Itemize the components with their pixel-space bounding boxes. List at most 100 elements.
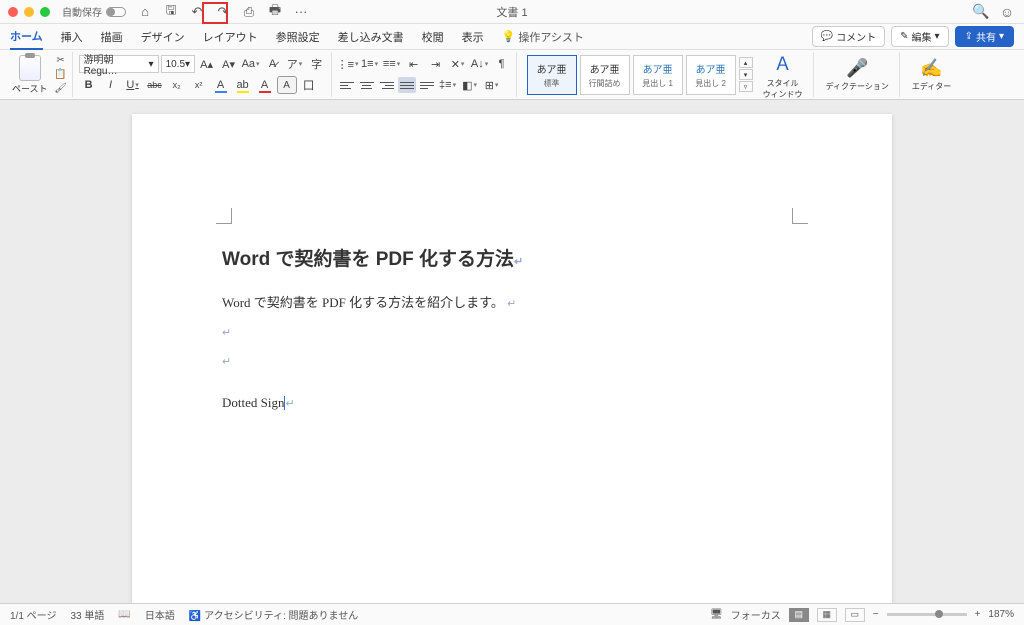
autosave-toggle[interactable]: 自動保存 (62, 4, 126, 19)
character-shading-button[interactable]: A (277, 76, 297, 94)
save-icon[interactable]: 🖫 (162, 3, 180, 21)
zoom-in-button[interactable]: + (975, 609, 981, 620)
tell-me-button[interactable]: 💡 操作アシスト (502, 29, 584, 45)
decrease-indent-button[interactable]: ⇤ (404, 55, 424, 73)
bold-button[interactable]: B (79, 76, 99, 94)
print-icon[interactable]: 🖶 (266, 3, 284, 21)
zoom-level[interactable]: 187% (988, 609, 1014, 620)
language-status[interactable]: 日本語 (145, 607, 175, 622)
character-border-button[interactable]: 囗 (299, 76, 319, 94)
highlight-color-button[interactable]: ab (233, 76, 253, 94)
accessibility-status[interactable]: ♿ アクセシビリティ: 問題ありません (189, 607, 358, 622)
tab-draw[interactable]: 描画 (101, 25, 123, 49)
tab-design[interactable]: デザイン (141, 25, 185, 49)
search-icon[interactable]: 🔍 (972, 3, 990, 21)
doc-empty-line[interactable]: ↵ (222, 351, 802, 372)
font-size-select[interactable]: 10.5 ▾ (161, 55, 195, 73)
change-case-button[interactable]: Aa (241, 55, 261, 73)
web-layout-view[interactable]: ▦ (817, 608, 837, 622)
home-icon[interactable]: ⌂ (136, 3, 154, 21)
numbering-button[interactable]: 1≡ (360, 55, 380, 73)
page-count[interactable]: 1/1 ページ (10, 607, 56, 622)
document-canvas[interactable]: Word で契約書を PDF 化する方法↵ Word で契約書を PDF 化する… (0, 100, 1024, 603)
focus-mode-button[interactable]: フォーカス (731, 607, 781, 622)
editor-button[interactable]: ✍ エディター (906, 58, 957, 92)
styles-scroll-down[interactable]: ▾ (739, 69, 753, 80)
text-effects-button[interactable]: A (211, 76, 231, 94)
font-name-select[interactable]: 游明朝 Regu… ▾ (79, 55, 159, 73)
italic-button[interactable]: I (101, 76, 121, 94)
chevron-down-icon: ▾ (935, 31, 940, 42)
style-heading2[interactable]: あア亜 見出し 2 (686, 55, 736, 95)
qat-more-button[interactable]: ··· (292, 3, 310, 21)
close-window-button[interactable] (8, 7, 18, 17)
styles-scroll-up[interactable]: ▴ (739, 57, 753, 68)
underline-button[interactable]: U (123, 76, 143, 94)
style-normal[interactable]: あア亜 標準 (527, 55, 577, 95)
paragraph-mark-icon: ↵ (285, 398, 294, 410)
align-right-button[interactable] (378, 77, 396, 93)
decrease-font-button[interactable]: A▾ (219, 55, 239, 73)
minimize-window-button[interactable] (24, 7, 34, 17)
style-no-spacing[interactable]: あア亜 行間詰め (580, 55, 630, 95)
print-layout-view[interactable]: ▤ (789, 608, 809, 622)
tab-insert[interactable]: 挿入 (61, 25, 83, 49)
align-justify-button[interactable] (398, 77, 416, 93)
increase-indent-button[interactable]: ⇥ (426, 55, 446, 73)
maximize-window-button[interactable] (40, 7, 50, 17)
font-group: 游明朝 Regu… ▾ 10.5 ▾ A▴ A▾ Aa A̷ ア 字 B I U… (75, 52, 332, 97)
superscript-button[interactable]: x² (189, 76, 209, 94)
comments-button[interactable]: 💬 コメント (812, 26, 885, 47)
word-count[interactable]: 33 単語 (70, 607, 104, 622)
borders-button[interactable]: ⊞ (482, 76, 502, 94)
tab-mailings[interactable]: 差し込み文書 (338, 25, 404, 49)
phonetic-guide-button[interactable]: ア (285, 55, 305, 73)
tab-home[interactable]: ホーム (10, 24, 43, 50)
doc-paragraph-1[interactable]: Word で契約書を PDF 化する方法を紹介します。 ↵ (222, 293, 802, 314)
bullets-button[interactable]: ⋮≡ (338, 55, 358, 73)
align-left-button[interactable] (338, 77, 356, 93)
clear-formatting-button[interactable]: A̷ (263, 55, 283, 73)
multilevel-list-button[interactable]: ≡≡ (382, 55, 402, 73)
doc-empty-line[interactable]: ↵ (222, 322, 802, 343)
align-center-button[interactable] (358, 77, 376, 93)
shading-button[interactable]: ◧ (460, 76, 480, 94)
account-icon[interactable]: ☺ (998, 3, 1016, 21)
zoom-slider[interactable] (887, 613, 967, 616)
copy-button[interactable]: 📋 (54, 69, 68, 81)
align-distribute-button[interactable] (418, 77, 436, 93)
undo-icon[interactable]: ↶ (188, 3, 206, 21)
styles-gallery-expand[interactable]: ▿ (739, 81, 753, 92)
editing-mode-button[interactable]: ✎ 編集 ▾ (891, 26, 948, 47)
tab-view[interactable]: 表示 (462, 25, 484, 49)
document-page[interactable]: Word で契約書を PDF 化する方法↵ Word で契約書を PDF 化する… (132, 114, 892, 603)
tab-review[interactable]: 校閲 (422, 25, 444, 49)
subscript-button[interactable]: x₂ (167, 76, 187, 94)
paste-button[interactable]: ペースト (8, 55, 52, 95)
line-spacing-button[interactable]: ‡≡ (438, 76, 458, 94)
display-settings-icon[interactable]: 🖥 (710, 609, 723, 620)
strikethrough-button[interactable]: abc (145, 76, 165, 94)
format-painter-button[interactable]: 🖌 (54, 83, 68, 95)
share-button[interactable]: ⇪ 共有 ▾ (955, 26, 1014, 47)
enclose-characters-button[interactable]: 字 (307, 55, 327, 73)
style-heading1[interactable]: あア亜 見出し 1 (633, 55, 683, 95)
cut-button[interactable]: ✂ (54, 55, 68, 67)
increase-font-button[interactable]: A▴ (197, 55, 217, 73)
asian-layout-button[interactable]: ✕ (448, 55, 468, 73)
print-preview-icon[interactable]: ⎙ (240, 3, 258, 21)
dictation-button[interactable]: 🎤 ディクテーション (820, 58, 895, 92)
paragraph-group: ⋮≡ 1≡ ≡≡ ⇤ ⇥ ✕ A↓ ¶ ‡≡ ◧ ⊞ (334, 52, 517, 97)
doc-heading[interactable]: Word で契約書を PDF 化する方法↵ (222, 244, 802, 271)
sort-button[interactable]: A↓ (470, 55, 490, 73)
font-color-button[interactable]: A (255, 76, 275, 94)
styles-pane-button[interactable]: Ａ スタイル ウィンドウ (757, 50, 809, 100)
show-marks-button[interactable]: ¶ (492, 55, 512, 73)
spell-check-icon[interactable]: 📖 (118, 609, 130, 620)
doc-paragraph-2[interactable]: Dotted Sign↵ (222, 393, 802, 414)
read-mode-view[interactable]: ▭ (845, 608, 865, 622)
tab-layout[interactable]: レイアウト (203, 25, 258, 49)
tab-references[interactable]: 参照設定 (276, 25, 320, 49)
redo-icon[interactable]: ↷ (214, 3, 232, 21)
zoom-out-button[interactable]: − (873, 609, 879, 620)
